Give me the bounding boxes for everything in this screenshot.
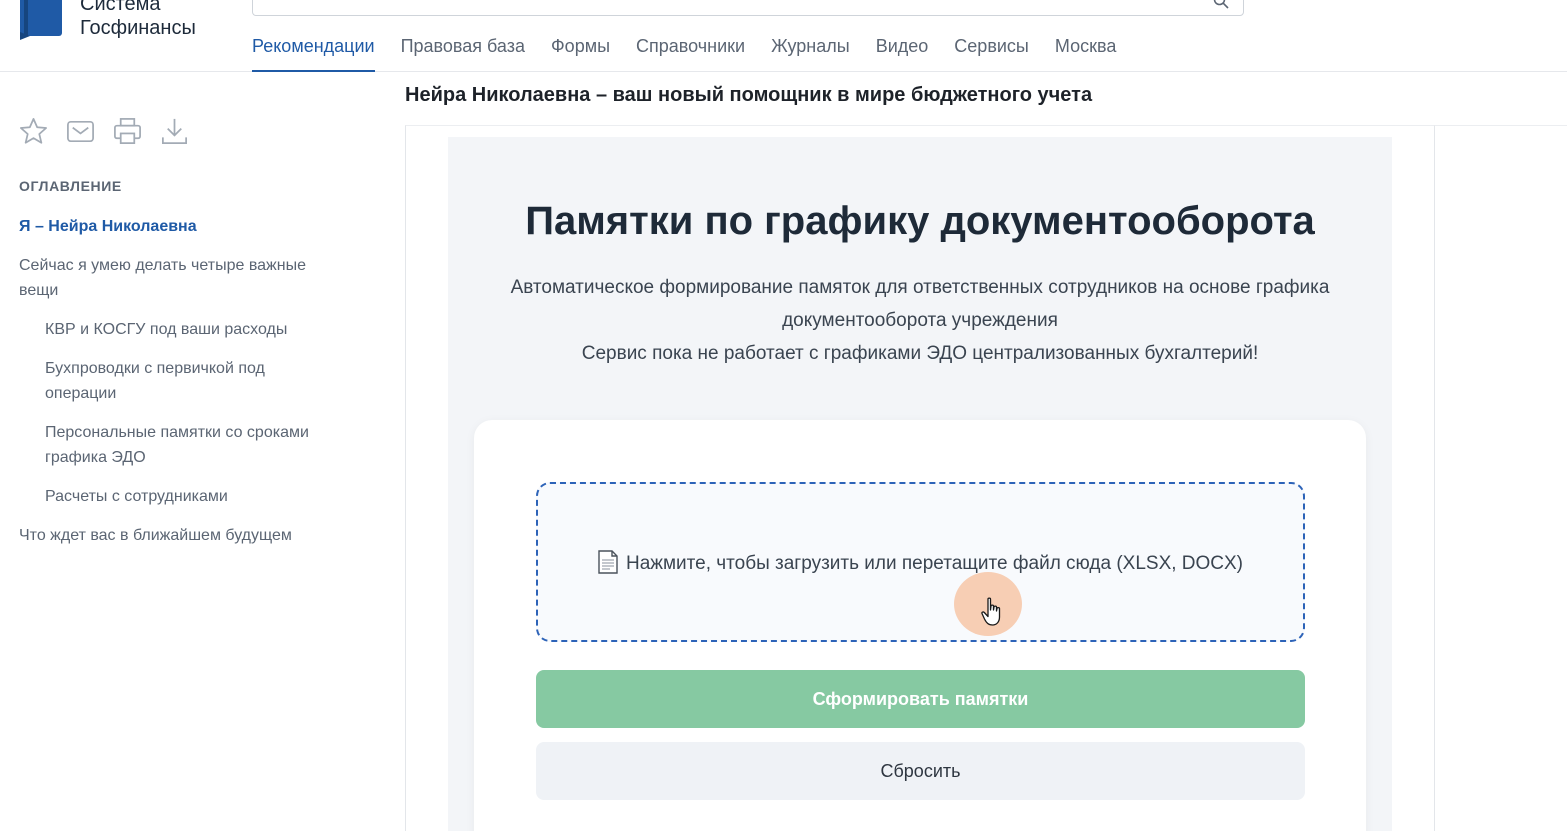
generate-memos-button[interactable]: Сформировать памятки	[536, 670, 1305, 728]
app-title: Памятки по графику документооборота	[525, 199, 1315, 243]
logo-book-icon[interactable]	[18, 0, 64, 40]
table-of-contents: Я – Нейра Николаевна Сейчас я умею делат…	[19, 214, 349, 562]
document-toolbar	[18, 116, 190, 147]
nav-item-reference[interactable]: Справочники	[636, 34, 745, 72]
dropzone-label: Нажмите, чтобы загрузить или перетащите …	[625, 553, 1244, 574]
toc-item-four-things[interactable]: Сейчас я умею делать четыре важные вещи	[19, 253, 349, 303]
toc-item-payroll[interactable]: Расчеты с сотрудниками	[45, 484, 325, 509]
brand-line-2: Госфинансы	[80, 17, 196, 39]
download-icon[interactable]	[159, 116, 190, 147]
mail-icon[interactable]	[65, 116, 96, 147]
hand-pointer-icon	[981, 597, 1001, 626]
nav-item-region[interactable]: Москва	[1055, 34, 1116, 72]
nav-item-recommendations[interactable]: Рекомендации	[252, 34, 375, 72]
nav-item-legal-base[interactable]: Правовая база	[401, 34, 525, 72]
toc-item-future[interactable]: Что ждет вас в ближайшем будущем	[19, 523, 349, 548]
brand-line-1: Система	[80, 0, 161, 15]
embedded-memo-app: Памятки по графику документооборота Авто…	[448, 137, 1392, 831]
top-header: Система Госфинансы Рекомендации Правовая…	[0, 0, 1567, 72]
dropzone-content: Нажмите, чтобы загрузить или перетащите …	[538, 550, 1303, 575]
toc-item-intro[interactable]: Я – Нейра Николаевна	[19, 214, 349, 239]
nav-item-forms[interactable]: Формы	[551, 34, 610, 72]
document-icon	[598, 550, 618, 574]
toc-item-kvr-kosgu[interactable]: КВР и КОСГУ под ваши расходы	[45, 317, 325, 342]
nav-item-video[interactable]: Видео	[876, 34, 929, 72]
main-nav: Рекомендации Правовая база Формы Справоч…	[252, 34, 1142, 72]
app-warning-note: Сервис пока не работает с графиками ЭДО …	[581, 343, 1259, 364]
toc-item-memos[interactable]: Персональные памятки со сроками графика …	[45, 420, 325, 470]
nav-item-services[interactable]: Сервисы	[954, 34, 1029, 72]
document-title: Нейра Николаевна – ваш новый помощник в …	[405, 84, 1093, 106]
divider	[1435, 125, 1567, 126]
app-description: Автоматическое формирование памяток для …	[510, 277, 1330, 331]
search-icon[interactable]	[1213, 0, 1229, 9]
nav-item-journals[interactable]: Журналы	[771, 34, 850, 72]
star-icon[interactable]	[18, 116, 49, 147]
toc-item-postings[interactable]: Бухпроводки с первичкой под операции	[45, 356, 325, 406]
brand-name[interactable]: Система Госфинансы	[80, 0, 196, 40]
reset-button[interactable]: Сбросить	[536, 742, 1305, 800]
print-icon[interactable]	[112, 116, 143, 147]
search-input[interactable]	[252, 0, 1244, 16]
file-dropzone[interactable]: Нажмите, чтобы загрузить или перетащите …	[536, 482, 1305, 642]
upload-card: Нажмите, чтобы загрузить или перетащите …	[474, 420, 1366, 831]
toc-heading: ОГЛАВЛЕНИЕ	[19, 178, 122, 194]
